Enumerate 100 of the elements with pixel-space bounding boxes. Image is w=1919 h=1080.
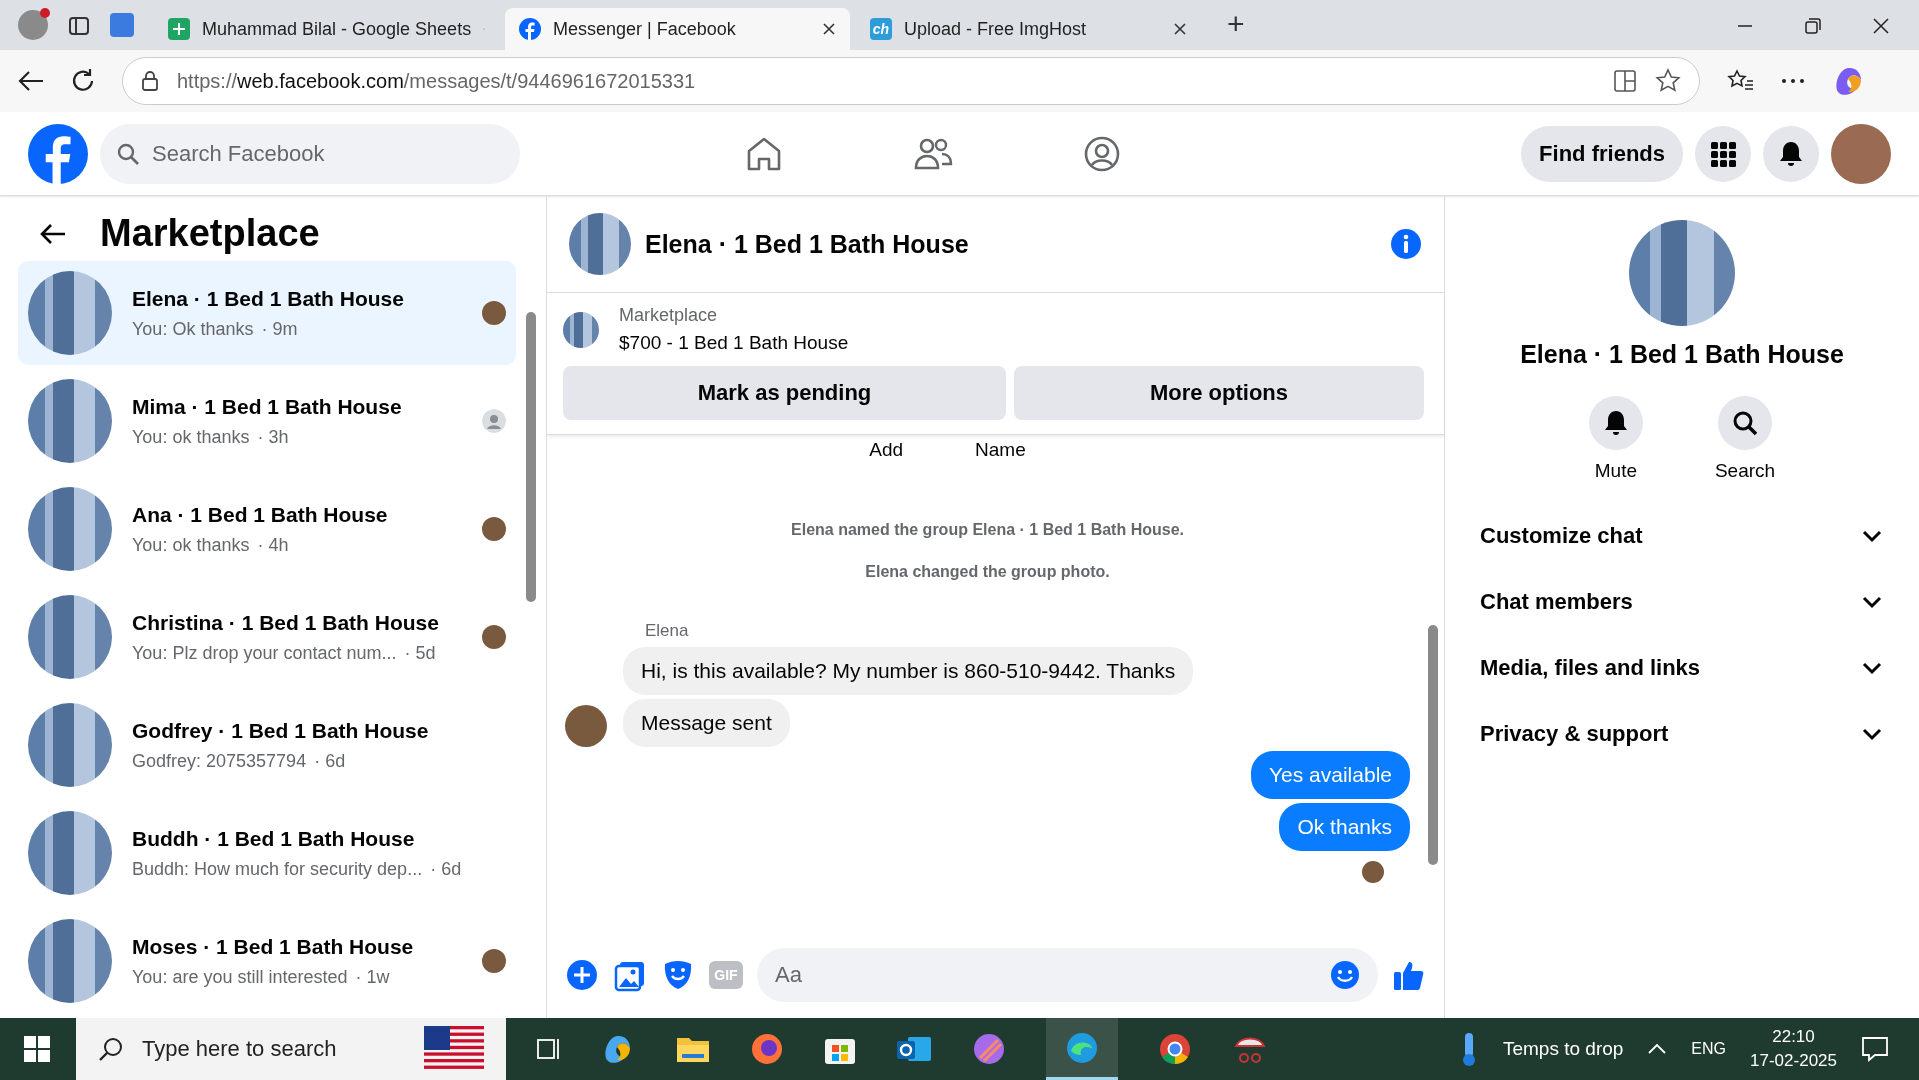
conversation-title: Ana · 1 Bed 1 Bath House <box>132 502 389 527</box>
notification-icon[interactable] <box>1861 1036 1889 1062</box>
section-toggle[interactable]: Customize chat <box>1472 503 1892 569</box>
conversation-preview: You: ok thanks <box>132 426 250 448</box>
seen-avatar <box>482 517 506 541</box>
conversation-title: Mima · 1 Bed 1 Bath House <box>132 394 403 419</box>
weather-text[interactable]: Temps to drop <box>1502 1038 1624 1060</box>
back-icon[interactable] <box>40 222 66 245</box>
conversation-preview: You: ok thanks <box>132 534 250 556</box>
conversation-preview: You: Ok thanks <box>132 318 254 340</box>
conversation-item[interactable]: Buddh · 1 Bed 1 Bath House Buddh: How much for security dep... · 6d <box>18 801 516 905</box>
refresh-icon[interactable] <box>70 68 96 94</box>
message-bubble: Ok thanks <box>1279 803 1410 851</box>
emoji-icon[interactable] <box>1330 960 1360 990</box>
member-label: Name <box>975 439 1026 461</box>
striped-circle-icon[interactable] <box>972 1032 1006 1066</box>
search-button[interactable]: Search <box>1708 395 1782 483</box>
chat-title: Elena · 1 Bed 1 Bath House <box>645 229 970 259</box>
listing-title: $700 - 1 Bed 1 Bath House <box>619 332 849 354</box>
conversation-item[interactable]: Elena · 1 Bed 1 Bath House You: Ok thanks · 9m <box>18 261 516 365</box>
back-icon[interactable] <box>18 70 44 92</box>
search-field[interactable]: Search Facebook <box>100 123 520 184</box>
more-options-button[interactable]: More options <box>1014 366 1424 420</box>
section-toggle[interactable]: Chat members <box>1472 569 1892 635</box>
conversation-preview: Godfrey: 2075357794 <box>132 750 307 772</box>
plus-icon[interactable] <box>565 958 599 992</box>
browser-tab[interactable]: Messenger | Facebook <box>505 8 850 50</box>
address-bar[interactable]: https://web.facebook.com/messages/t/9446961672015331 <box>122 57 1700 105</box>
conversation-time: · 4h <box>257 534 289 556</box>
conversation-time: · 6d <box>314 750 346 772</box>
conversation-item[interactable]: Mima · 1 Bed 1 Bath House You: ok thanks · 3h <box>18 369 516 473</box>
tab-actions-icon[interactable] <box>68 15 90 37</box>
search-icon <box>116 141 140 166</box>
sender-name: Elena <box>645 621 690 641</box>
profile-circle-icon[interactable] <box>1083 134 1121 173</box>
conversation-time: · 1w <box>355 966 390 988</box>
listing-label: Marketplace <box>619 305 719 326</box>
f-logo-icon <box>519 18 541 40</box>
bell-icon <box>1588 396 1643 450</box>
house-photo <box>563 311 599 348</box>
event-text: Elena changed the group photo. <box>864 563 1111 581</box>
sender-avatar <box>565 705 607 747</box>
search-icon <box>98 1036 124 1062</box>
conversation-title: Elena · 1 Bed 1 Bath House <box>132 286 405 311</box>
conversation-item[interactable]: Ana · 1 Bed 1 Bath House You: ok thanks · 4h <box>18 477 516 581</box>
more-icon[interactable] <box>1780 77 1806 85</box>
chat-name: Elena · 1 Bed 1 Bath House <box>1520 340 1844 369</box>
active-app-tile[interactable] <box>1046 1018 1118 1080</box>
browser-tab[interactable]: Muhammad Bilal - Google Sheets <box>154 8 499 50</box>
seen-avatar <box>482 625 506 649</box>
fox-globe-icon[interactable] <box>750 1032 784 1066</box>
profile-avatar[interactable] <box>18 10 48 40</box>
chevron-up-icon[interactable] <box>1647 1043 1668 1055</box>
conversation-time: · 6d <box>430 858 462 880</box>
split-screen-icon[interactable] <box>1613 69 1637 93</box>
message-bubble: Hi, is this available? My number is 860-510-9442. Thanks <box>623 647 1194 695</box>
info-icon[interactable] <box>1390 228 1422 260</box>
seen-avatar <box>1362 861 1384 883</box>
member-label: Add <box>869 439 904 461</box>
url-text: https://web.facebook.com/messages/t/9446961672015331 <box>177 69 697 93</box>
lock-icon[interactable] <box>141 70 159 92</box>
conversation-item[interactable]: Christina · 1 Bed 1 Bath House You: Plz drop your contact num... · 5d <box>18 585 516 689</box>
task-view-icon[interactable] <box>536 1036 562 1062</box>
browser-tab[interactable]: ch Upload - Free ImgHost <box>856 8 1201 50</box>
conversation-time: · 9m <box>261 318 298 340</box>
language-indicator[interactable]: ENG <box>1691 1040 1727 1058</box>
conversation-preview: You: are you still interested <box>132 966 348 988</box>
search-icon <box>1718 396 1772 450</box>
conversation-item[interactable]: Godfrey · 1 Bed 1 Bath House Godfrey: 2075357794 · 6d <box>18 693 516 797</box>
tri-color-circle-icon[interactable] <box>1158 1032 1192 1066</box>
seen-avatar <box>482 949 506 973</box>
taskbar-search-field[interactable]: Type here to search <box>76 1018 506 1080</box>
message-input[interactable]: Aa <box>757 948 1378 1002</box>
ch-logo-icon: ch <box>870 18 892 40</box>
seen-avatar <box>482 301 506 325</box>
conversation-title: Christina · 1 Bed 1 Bath House <box>132 610 440 635</box>
section-toggle[interactable]: Media, files and links <box>1472 635 1892 701</box>
section-toggle[interactable]: Privacy & support <box>1472 701 1892 767</box>
star-icon[interactable] <box>1655 68 1681 94</box>
message-bubble: Yes available <box>1251 751 1410 799</box>
event-text: Elena named the group Elena · 1 Bed 1 Bath House. <box>790 521 1185 539</box>
conversation-preview: Buddh: How much for security dep... <box>132 858 423 880</box>
message-bubble: Message sent <box>623 699 790 747</box>
windows-logo-icon[interactable] <box>24 1036 50 1062</box>
sheet-icon <box>168 18 190 40</box>
conversation-time: · 3h <box>257 426 289 448</box>
wave-circle-icon <box>1065 1030 1099 1065</box>
sidebar-title: Marketplace <box>100 212 320 255</box>
mark-pending-button[interactable]: Mark as pending <box>563 366 1006 420</box>
mute-button[interactable]: Mute <box>1582 395 1649 483</box>
find-friends-button[interactable]: Find friends <box>1521 125 1683 182</box>
conversation-preview: You: Plz drop your contact num... <box>132 642 397 664</box>
conversation-title: Godfrey · 1 Bed 1 Bath House <box>132 718 430 743</box>
conversation-item[interactable]: Moses · 1 Bed 1 Bath House You: are you still interested · 1w <box>18 909 516 1013</box>
new-tab-button[interactable]: + <box>1221 6 1251 42</box>
restore-icon[interactable] <box>1805 18 1821 34</box>
f-logo-icon[interactable] <box>28 123 88 184</box>
conversation-title: Buddh · 1 Bed 1 Bath House <box>132 826 416 851</box>
conversation-title: Moses · 1 Bed 1 Bath House <box>132 934 415 959</box>
clock[interactable]: 22:10 17-02-2025 <box>1750 1027 1837 1071</box>
